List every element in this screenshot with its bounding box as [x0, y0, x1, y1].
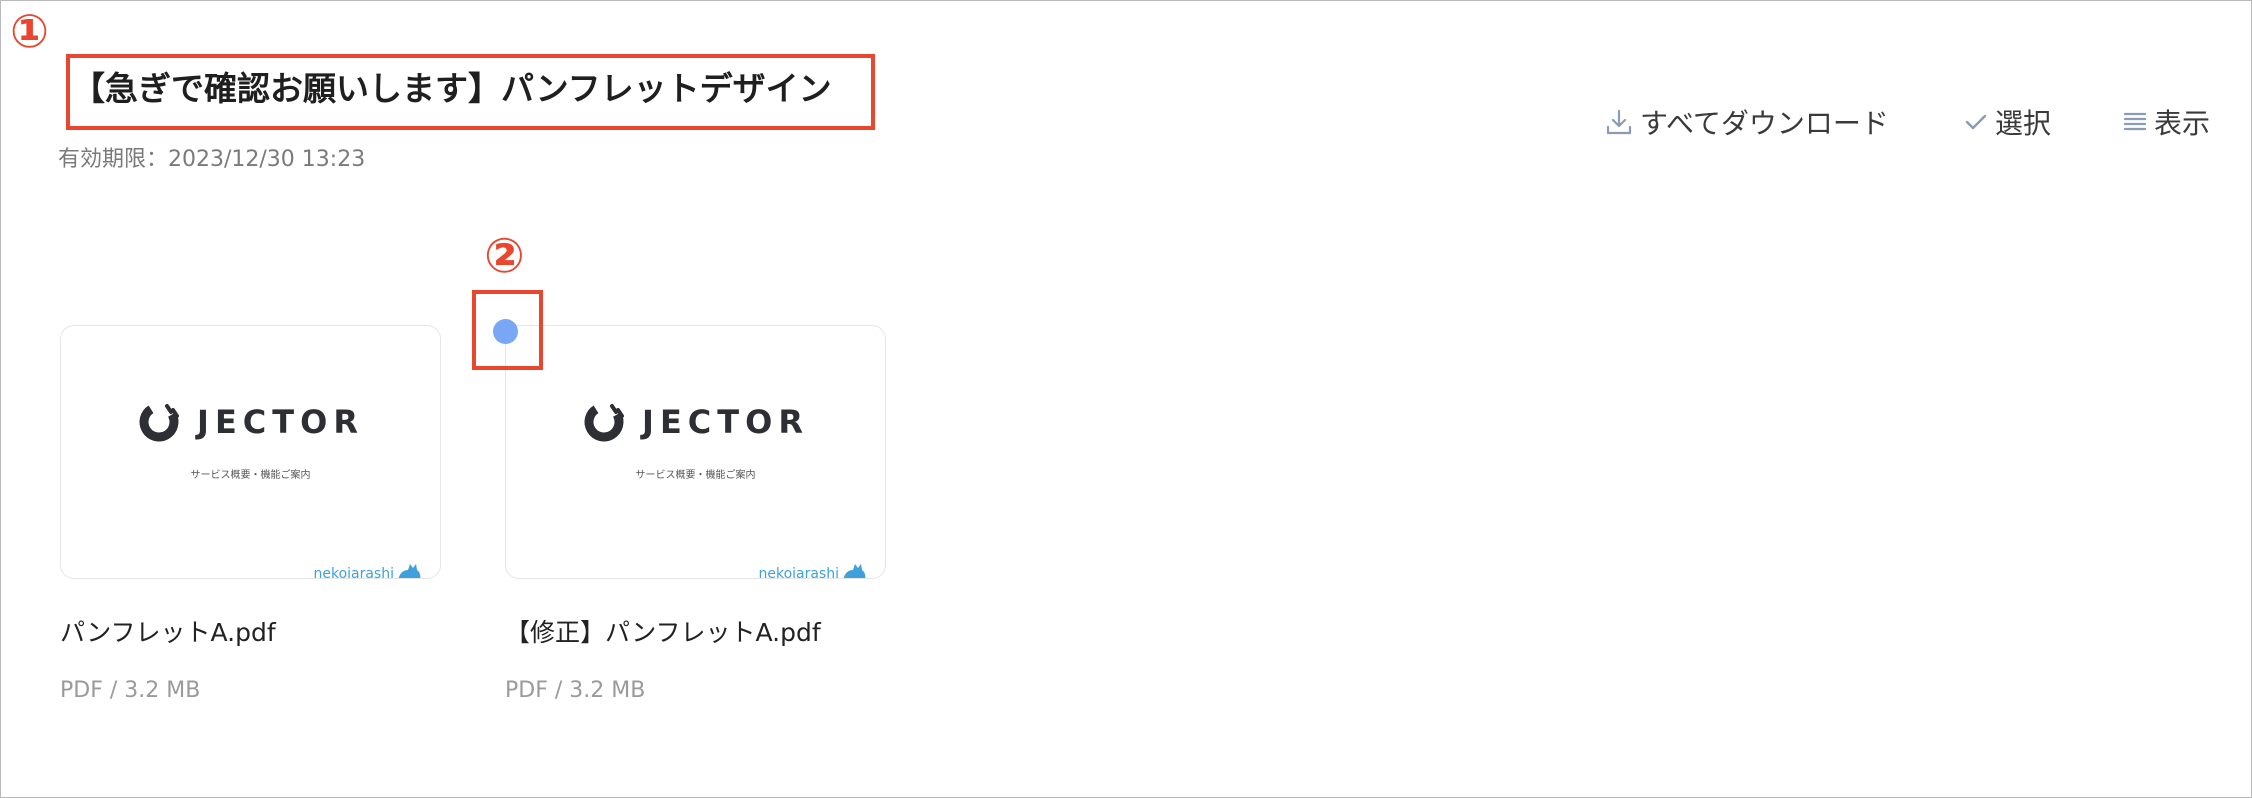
page-title: 【急ぎで確認お願いします】パンフレットデザイン — [72, 69, 832, 108]
thumbnail-footer-text: nekoiarashi — [313, 566, 394, 579]
cat-logo-icon — [843, 564, 866, 578]
annotation-marker-1: ① — [10, 4, 49, 58]
thumbnail-footer: nekoiarashi — [313, 558, 424, 579]
thumbnail-subtitle: サービス概要・機能ご案内 — [190, 470, 311, 481]
download-all-label: すべてダウンロード — [1640, 107, 1889, 140]
annotation-marker-2: ② — [484, 228, 525, 284]
brand-name: JECTOR — [642, 403, 809, 441]
view-button[interactable]: 表示 — [2122, 102, 2210, 142]
file-meta: PDF / 3.2 MB — [60, 678, 201, 703]
file-card-thumbnail[interactable]: JECTOR サービス概要・機能ご案内 nekoiarashi — [505, 325, 886, 579]
cat-logo-icon — [398, 564, 421, 578]
file-name[interactable]: 【修正】パンフレットA.pdf — [505, 613, 821, 649]
brand-logo: JECTOR — [61, 400, 440, 444]
thumbnail-subtitle: サービス概要・機能ご案内 — [635, 470, 756, 481]
thumbnail-footer: nekoiarashi — [758, 558, 869, 579]
file-meta: PDF / 3.2 MB — [505, 678, 646, 703]
view-label: 表示 — [2154, 107, 2211, 140]
list-icon — [2122, 109, 2148, 135]
thumbnail-footer-text: nekoiarashi — [758, 566, 839, 579]
check-icon — [1963, 109, 1989, 135]
file-card-thumbnail[interactable]: JECTOR サービス概要・機能ご案内 nekoiarashi — [60, 325, 441, 579]
file-name[interactable]: パンフレットA.pdf — [60, 613, 276, 649]
select-label: 選択 — [1995, 107, 2052, 140]
brand-logo: JECTOR — [506, 400, 885, 444]
download-icon — [1604, 107, 1634, 137]
download-all-button[interactable]: すべてダウンロード — [1604, 102, 1889, 142]
select-button[interactable]: 選択 — [1963, 102, 2051, 142]
jector-logo-icon — [139, 402, 180, 442]
expiry-date: 有効期限：2023/12/30 13:23 — [58, 147, 366, 172]
brand-name: JECTOR — [197, 403, 364, 441]
file-select-radio[interactable] — [493, 319, 518, 344]
jector-logo-icon — [584, 402, 625, 442]
